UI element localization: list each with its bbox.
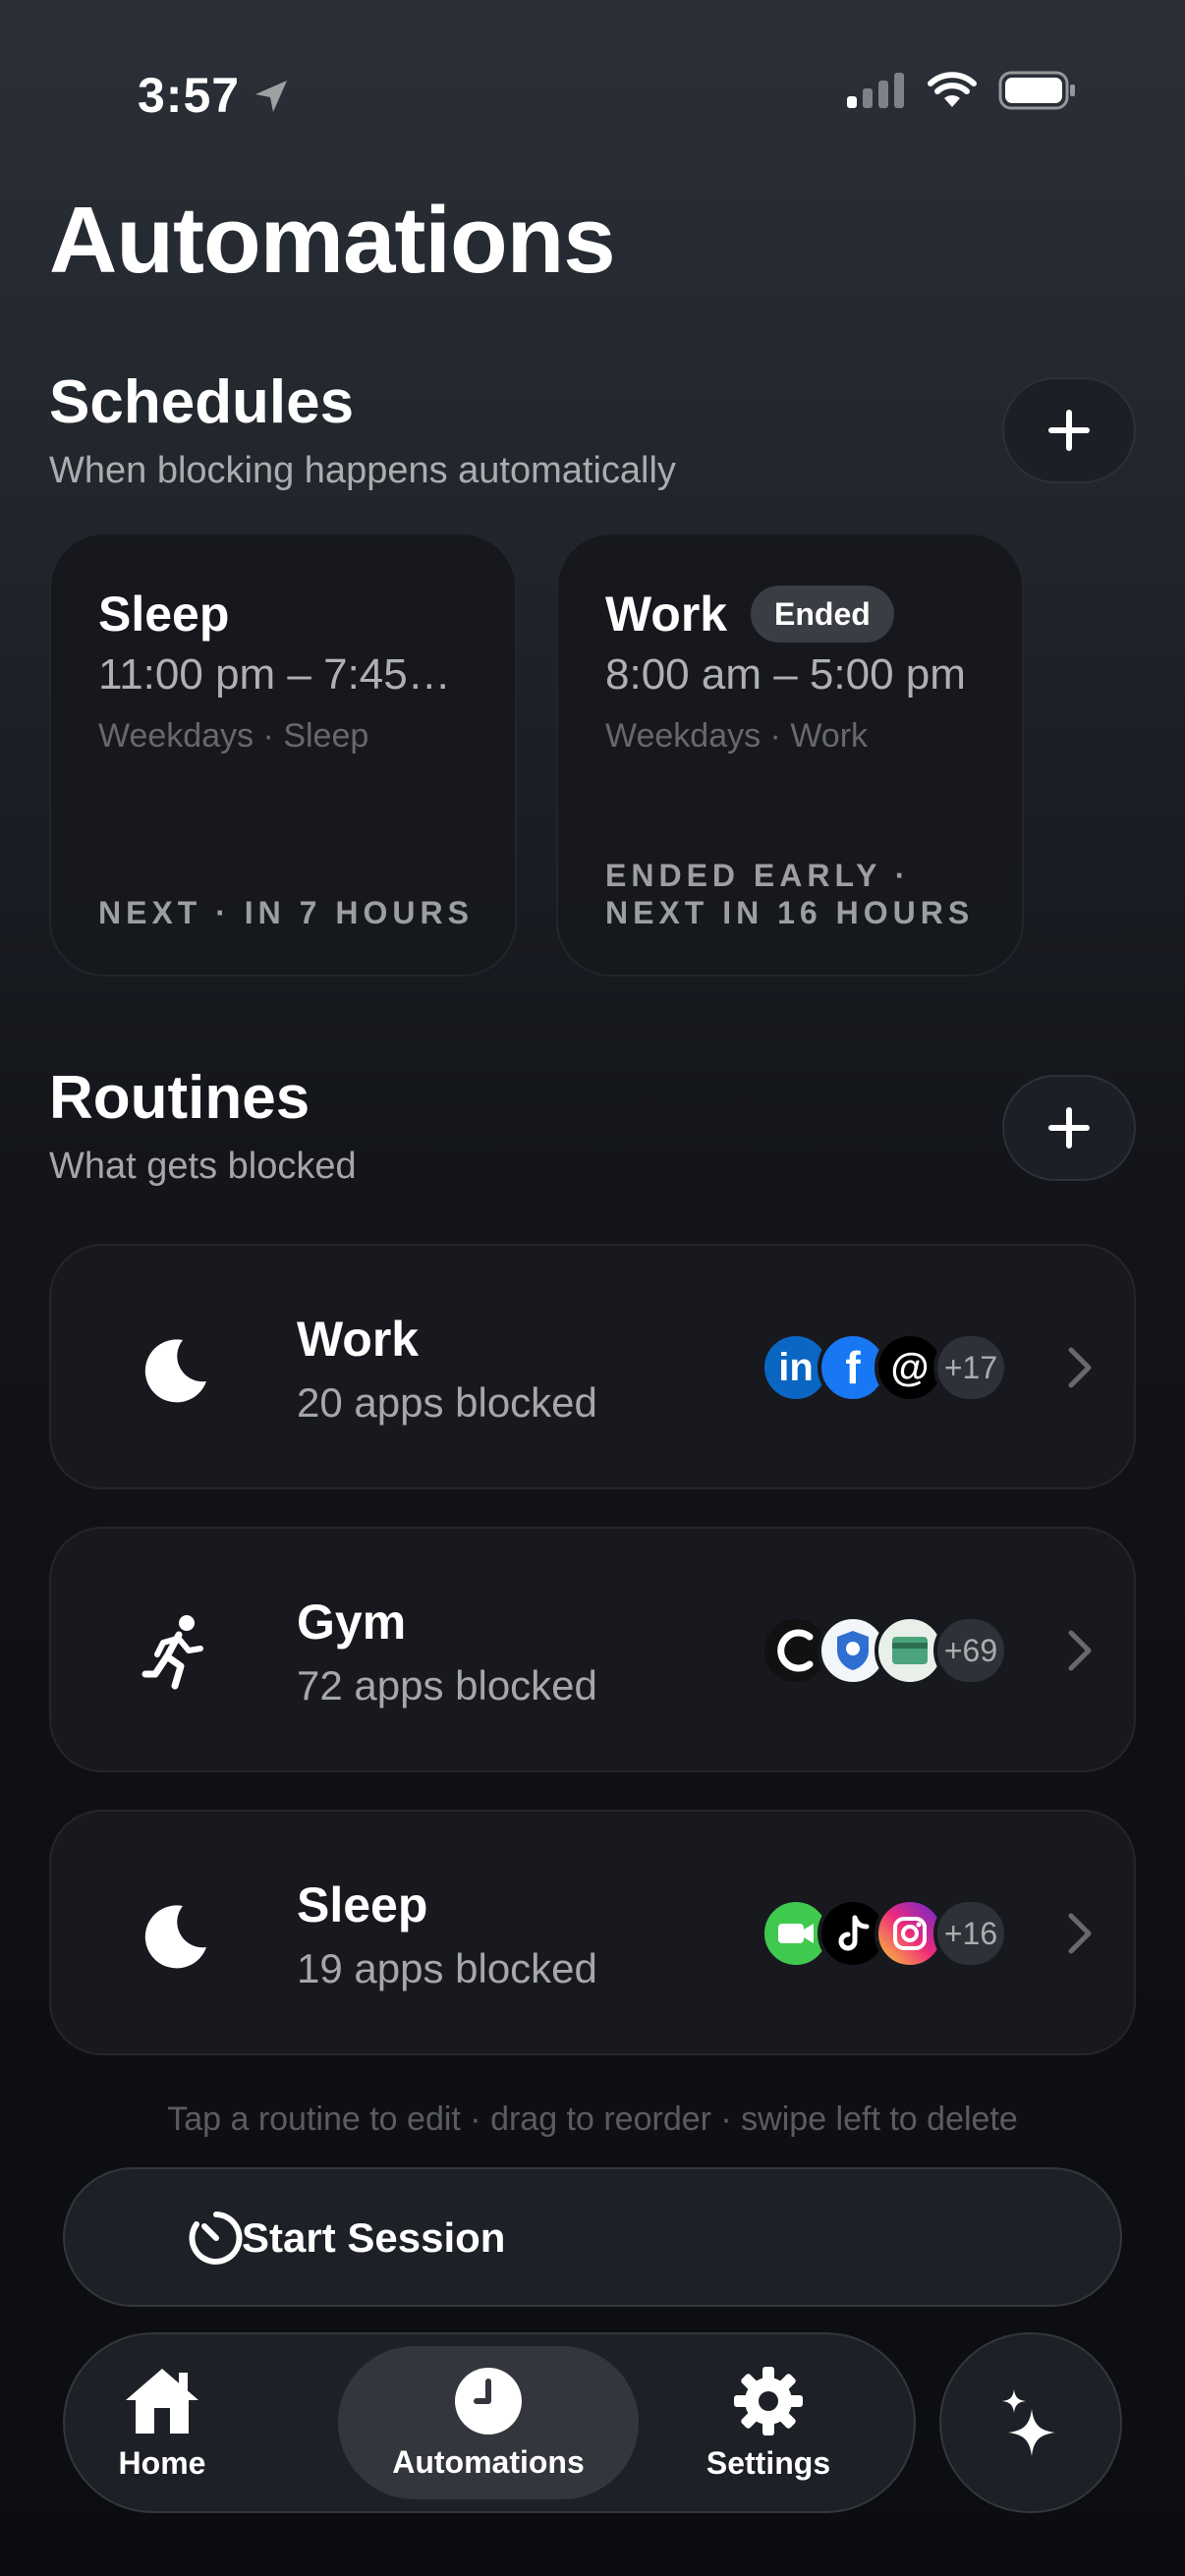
schedules-heading: Schedules	[49, 368, 355, 436]
moon-icon	[136, 1896, 214, 1975]
chevron-right-icon	[1068, 1913, 1092, 1954]
more-apps-count: +69	[933, 1615, 1008, 1686]
ai-assistant-button[interactable]	[939, 2332, 1122, 2513]
house-icon	[126, 2368, 198, 2434]
routine-app-count: 19 apps blocked	[297, 1945, 597, 1991]
more-apps-count: +16	[933, 1898, 1008, 1969]
schedule-next: NEXT IN 16 HOURS	[605, 895, 975, 930]
routine-app-count: 72 apps blocked	[297, 1662, 597, 1708]
clock-icon	[455, 2367, 522, 2435]
chevron-right-icon	[1068, 1630, 1092, 1671]
cellular-signal-icon	[847, 73, 904, 108]
start-session-label: Start Session	[242, 2214, 506, 2261]
tab-automations[interactable]: Automations	[338, 2346, 639, 2499]
location-arrow-icon	[255, 81, 287, 112]
plus-icon	[1048, 1107, 1090, 1148]
status-badge: Ended	[751, 586, 894, 643]
tab-bar: Home Automations Settings	[63, 2332, 916, 2513]
wifi-icon	[928, 72, 977, 107]
routines-hint: Tap a routine to edit · drag to reorder …	[167, 2100, 1018, 2138]
tab-label: Automations	[392, 2443, 585, 2480]
schedule-ended-early: ENDED EARLY ·	[605, 858, 911, 893]
tab-label: Settings	[705, 2444, 831, 2481]
blocked-app-icons: +16	[761, 1894, 1008, 1973]
routine-card-work[interactable]: Work 20 apps blocked in f @ +17	[49, 1244, 1136, 1489]
tab-settings[interactable]: Settings	[680, 2346, 857, 2499]
routine-card-sleep[interactable]: Sleep 19 apps blocked +16	[49, 1810, 1136, 2055]
schedule-time: 8:00 am – 5:00 pm	[605, 650, 966, 699]
routines-subtitle: What gets blocked	[49, 1146, 357, 1187]
status-time: 3:57	[138, 68, 241, 123]
add-schedule-button[interactable]	[1002, 377, 1136, 483]
routine-name: Work	[297, 1312, 420, 1367]
sparkles-icon	[1002, 2389, 1055, 2456]
plus-icon	[1048, 410, 1090, 451]
gear-icon	[734, 2366, 803, 2436]
schedule-name: Work	[605, 587, 728, 642]
chevron-right-icon	[1068, 1347, 1092, 1388]
schedule-next: NEXT · IN 7 HOURS	[98, 895, 474, 930]
schedule-card-work[interactable]: Work Ended 8:00 am – 5:00 pm Weekdays · …	[556, 532, 1024, 977]
blocked-app-icons: +69	[761, 1611, 1008, 1690]
more-apps-count: +17	[933, 1332, 1008, 1403]
blocked-app-icons: in f @ +17	[761, 1328, 1008, 1407]
routine-name: Gym	[297, 1595, 407, 1650]
moon-icon	[136, 1330, 214, 1409]
schedule-days: Weekdays · Sleep	[98, 717, 369, 755]
start-session-button[interactable]: Start Session	[63, 2167, 1122, 2307]
page-title: Automations	[49, 188, 616, 293]
timer-icon	[189, 2212, 243, 2265]
schedule-days: Weekdays · Work	[605, 717, 869, 755]
status-indicators	[847, 71, 1077, 110]
schedule-name: Sleep	[98, 587, 230, 642]
routine-name: Sleep	[297, 1877, 428, 1932]
routine-card-gym[interactable]: Gym 72 apps blocked +69	[49, 1527, 1136, 1772]
tab-label: Home	[118, 2444, 206, 2481]
routine-app-count: 20 apps blocked	[297, 1379, 597, 1426]
schedules-subtitle: When blocking happens automatically	[49, 450, 676, 491]
add-routine-button[interactable]	[1002, 1075, 1136, 1181]
routines-heading: Routines	[49, 1064, 310, 1132]
running-icon	[136, 1613, 214, 1692]
schedule-time: 11:00 pm – 7:45…	[98, 650, 451, 699]
battery-icon	[998, 71, 1075, 110]
schedule-card-sleep[interactable]: Sleep 11:00 pm – 7:45… Weekdays · Sleep …	[49, 532, 517, 977]
tab-home[interactable]: Home	[88, 2346, 236, 2499]
